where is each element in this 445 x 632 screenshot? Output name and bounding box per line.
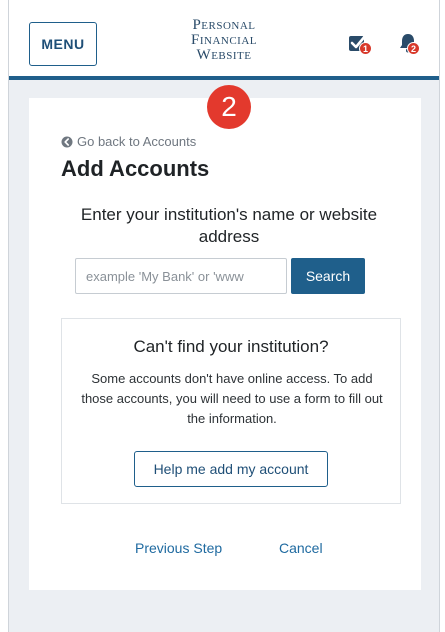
cancel-link[interactable]: Cancel — [279, 540, 323, 556]
app-viewport: MENU Personal Financial Website 1 2 2 Go… — [8, 0, 440, 632]
back-to-accounts-link[interactable]: Go back to Accounts — [61, 134, 196, 149]
institution-search-input[interactable] — [75, 258, 287, 294]
help-box: Can't find your institution? Some accoun… — [61, 318, 401, 504]
institution-prompt: Enter your institution's name or website… — [80, 205, 378, 246]
brand-line-2: Financial — [191, 32, 257, 48]
search-button[interactable]: Search — [291, 258, 365, 294]
app-header: MENU Personal Financial Website 1 2 — [9, 0, 439, 80]
tasks-count-badge: 1 — [359, 42, 372, 55]
page-title: Add Accounts — [61, 156, 210, 181]
menu-button[interactable]: MENU — [29, 22, 97, 66]
brand-logo[interactable]: Personal Financial Website — [159, 18, 289, 63]
brand-line-1: Personal — [192, 17, 256, 33]
brand-line-3: Website — [196, 47, 252, 63]
back-link-label: Go back to Accounts — [77, 134, 197, 149]
circle-arrow-left-icon — [61, 136, 73, 147]
notifications-button[interactable]: 2 — [397, 32, 427, 58]
help-box-text: Some accounts don't have online access. … — [81, 371, 383, 426]
notifications-count-badge: 2 — [407, 42, 420, 55]
step-number-marker: 2 — [207, 85, 251, 129]
previous-step-link[interactable]: Previous Step — [135, 540, 222, 556]
tasks-button[interactable]: 1 — [347, 32, 377, 58]
add-accounts-card: Go back to Accounts Add Accounts Enter y… — [29, 98, 421, 590]
help-box-title: Can't find your institution? — [133, 337, 329, 356]
help-add-account-button[interactable]: Help me add my account — [134, 451, 328, 487]
